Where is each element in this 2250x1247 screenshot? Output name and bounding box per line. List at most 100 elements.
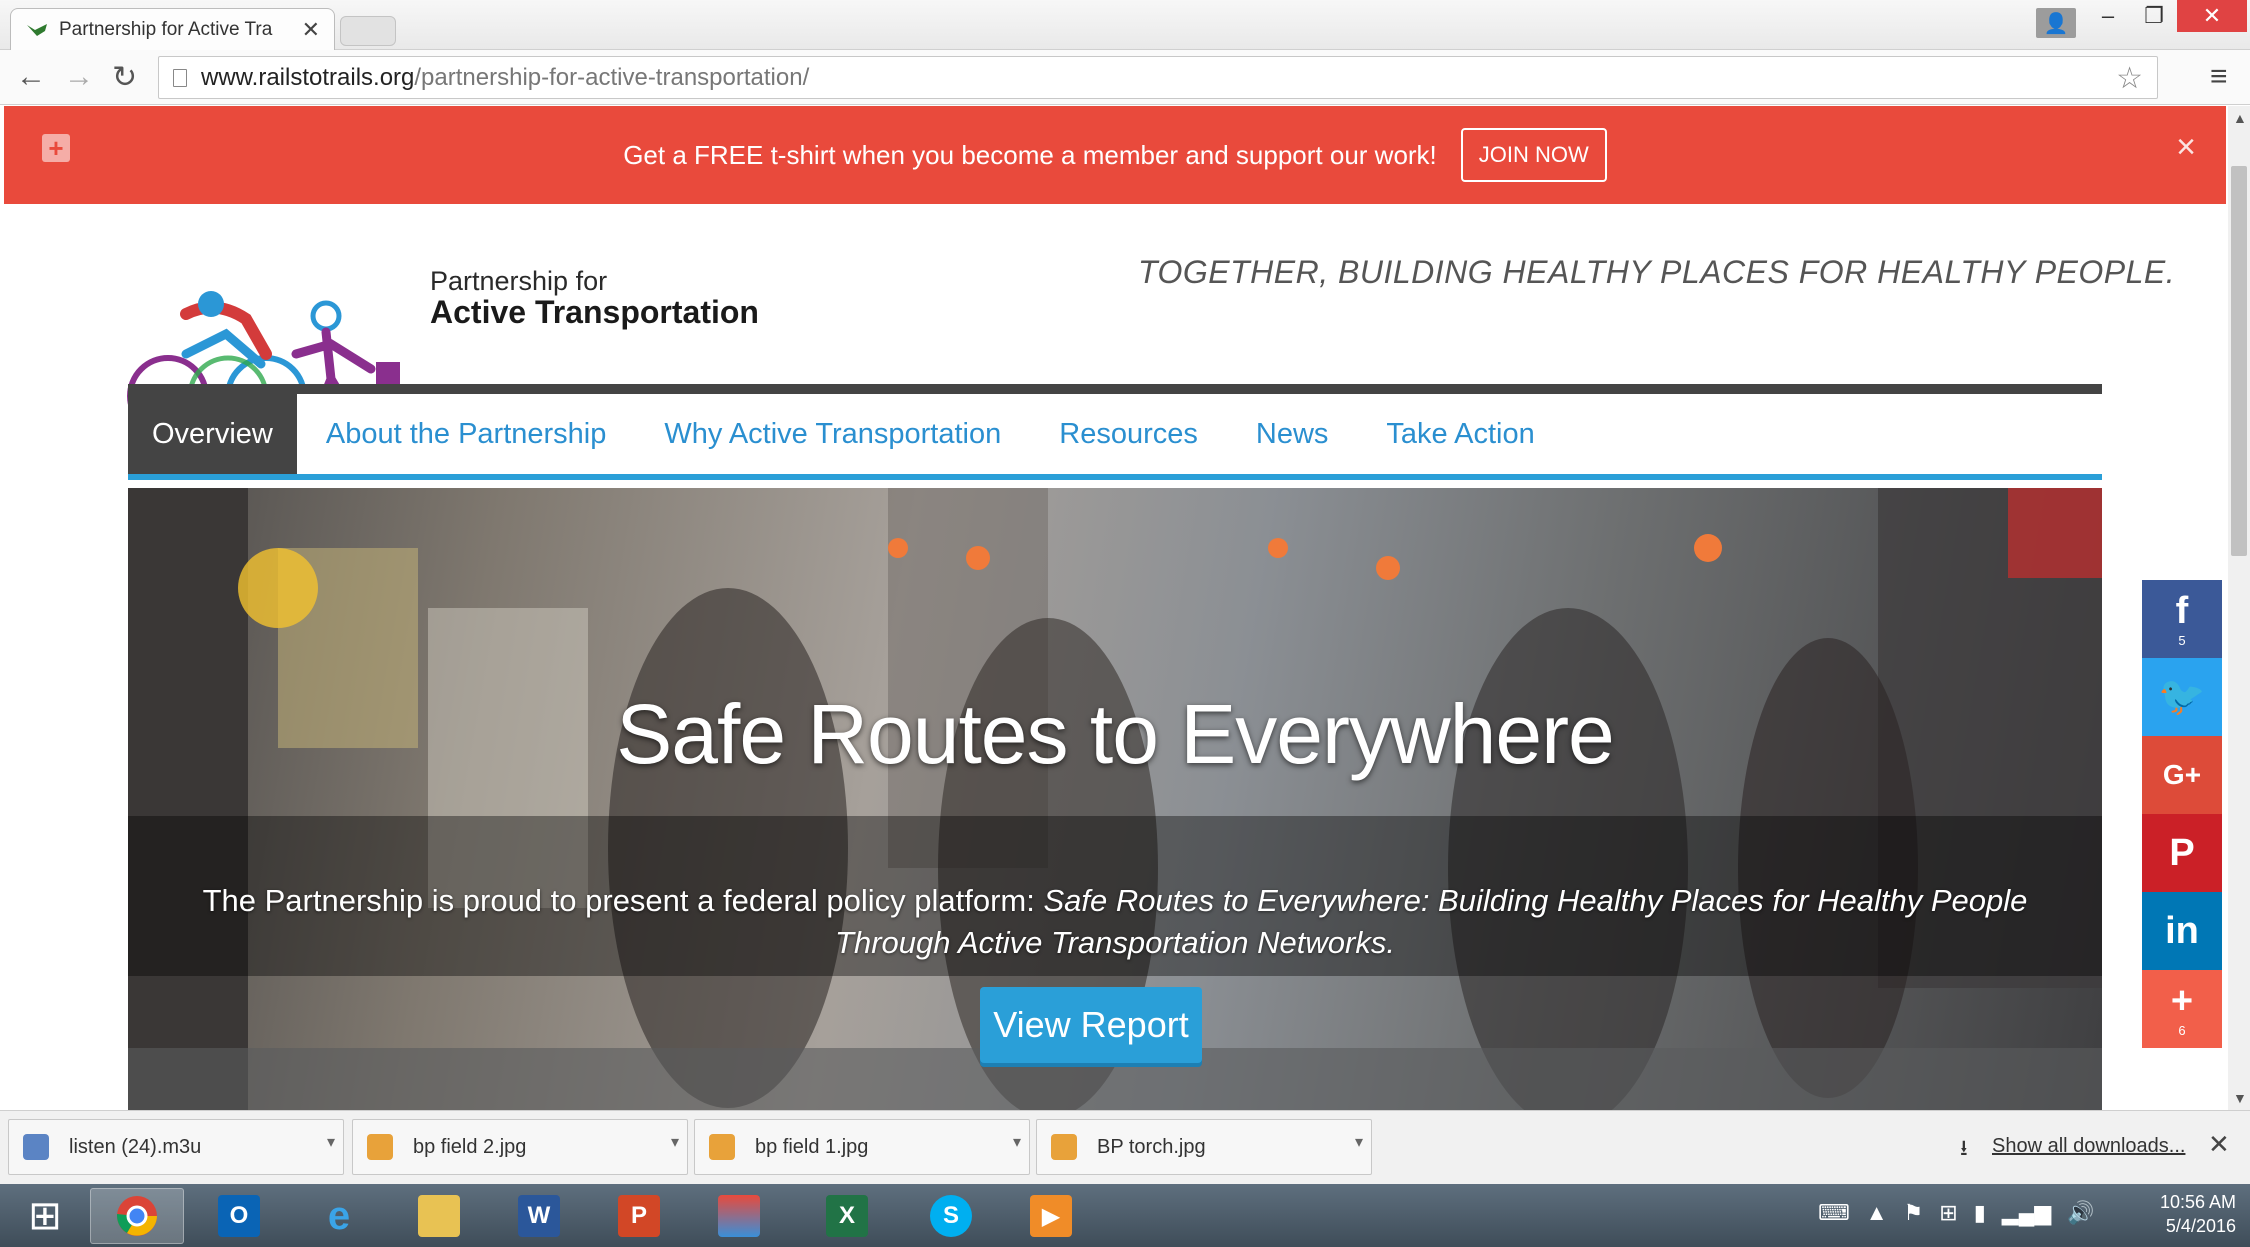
hero-description-plain: The Partnership is proud to present a fe…	[202, 883, 1044, 918]
linkedin-icon: in	[2165, 910, 2199, 952]
play-icon: ▶	[1030, 1195, 1072, 1237]
tray-expand-icon[interactable]: ▲	[1866, 1200, 1888, 1226]
view-report-button[interactable]: View Report	[980, 987, 1202, 1063]
nav-item-resources[interactable]: Resources	[1030, 394, 1227, 474]
battery-icon[interactable]: ▮	[1974, 1200, 1986, 1226]
tab-close-icon[interactable]: ✕	[302, 17, 320, 43]
image-file-icon	[1051, 1134, 1077, 1160]
window-close-button[interactable]: ✕	[2177, 0, 2247, 32]
download-item[interactable]: bp field 2.jpg ▾	[352, 1119, 688, 1175]
page-icon	[173, 68, 187, 87]
download-name: listen (24).m3u	[69, 1135, 202, 1158]
app-taskbar-button[interactable]	[692, 1188, 786, 1244]
excel-icon: X	[826, 1195, 868, 1237]
powerpoint-taskbar-button[interactable]: P	[592, 1188, 686, 1244]
googleplus-share-button[interactable]: G+	[2142, 736, 2222, 814]
hero-description: The Partnership is proud to present a fe…	[168, 880, 2062, 964]
image-file-icon	[709, 1134, 735, 1160]
facebook-share-button[interactable]: f 5	[2142, 580, 2222, 658]
ie-taskbar-button[interactable]: e	[292, 1188, 386, 1244]
twitter-icon: 🐦	[2158, 676, 2206, 718]
skype-icon: S	[930, 1195, 972, 1237]
chevron-down-icon[interactable]: ▾	[1355, 1132, 1363, 1152]
url-host: www.railstotrails.org	[201, 63, 415, 91]
url-path: /partnership-for-active-transportation/	[414, 63, 810, 91]
browser-toolbar: ← → ↻ www.railstotrails.org /partnership…	[0, 50, 2250, 105]
plus-icon: +	[2170, 979, 2194, 1022]
clock-date: 5/4/2016	[2165, 1216, 2236, 1236]
minimize-button[interactable]: –	[2085, 0, 2131, 32]
hero-title: Safe Routes to Everywhere	[616, 687, 1615, 781]
more-share-button[interactable]: + 6	[2142, 970, 2222, 1048]
taskbar-clock[interactable]: 10:56 AM 5/4/2016	[2126, 1190, 2236, 1238]
clock-time: 10:56 AM	[2159, 1192, 2236, 1212]
outlook-taskbar-button[interactable]: O	[192, 1188, 286, 1244]
bookmark-star-icon[interactable]: ☆	[2116, 61, 2143, 96]
image-file-icon	[367, 1134, 393, 1160]
nav-item-overview[interactable]: Overview	[128, 394, 297, 474]
signal-icon[interactable]: ▂▄▆	[2002, 1200, 2051, 1226]
facebook-icon: f	[2175, 589, 2189, 632]
twitter-share-button[interactable]: 🐦	[2142, 658, 2222, 736]
download-item[interactable]: listen (24).m3u ▾	[8, 1119, 344, 1175]
scroll-down-arrow-icon[interactable]: ▼	[2233, 1090, 2247, 1106]
page-scrollbar[interactable]: ▲ ▼	[2228, 106, 2250, 1110]
skype-taskbar-button[interactable]: S	[904, 1188, 998, 1244]
volume-icon[interactable]: 🔊	[2067, 1200, 2094, 1226]
tagline: TOGETHER, BUILDING HEALTHY PLACES FOR HE…	[1138, 254, 2176, 290]
nav-item-about[interactable]: About the Partnership	[297, 394, 636, 474]
download-item[interactable]: bp field 1.jpg ▾	[694, 1119, 1030, 1175]
hamburger-menu-icon[interactable]: ≡	[2210, 60, 2228, 94]
main-nav: Overview About the Partnership Why Activ…	[128, 384, 2102, 480]
expand-plus-icon[interactable]: +	[42, 134, 70, 162]
downloads-close-icon[interactable]: ✕	[2208, 1129, 2230, 1160]
download-name: bp field 2.jpg	[413, 1135, 527, 1158]
media-player-taskbar-button[interactable]: ▶	[1004, 1188, 1098, 1244]
chevron-down-icon[interactable]: ▾	[1013, 1132, 1021, 1152]
tab-title: Partnership for Active Tra	[59, 18, 273, 40]
restore-button[interactable]: ❐	[2131, 0, 2177, 32]
join-now-button[interactable]: JOIN NOW	[1460, 128, 1607, 182]
app-icon	[718, 1195, 760, 1237]
download-item[interactable]: BP torch.jpg ▾	[1036, 1119, 1372, 1175]
page-viewport: + Get a FREE t-shirt when you become a m…	[0, 106, 2228, 1110]
excel-taskbar-button[interactable]: X	[800, 1188, 894, 1244]
nav-item-news[interactable]: News	[1227, 394, 1358, 474]
windows-start-icon[interactable]: ⊞	[10, 1192, 80, 1240]
download-name: bp field 1.jpg	[755, 1135, 869, 1158]
address-bar[interactable]: www.railstotrails.org /partnership-for-a…	[158, 56, 2158, 99]
nav-item-why-active-transportation[interactable]: Why Active Transportation	[635, 394, 1030, 474]
download-arrow-icon: ⭳	[1960, 1135, 1968, 1160]
pinterest-icon: P	[2169, 832, 2195, 874]
browser-tab[interactable]: Partnership for Active Tra ✕	[10, 8, 335, 50]
scroll-thumb[interactable]	[2231, 166, 2247, 556]
downloads-bar: listen (24).m3u ▾ bp field 2.jpg ▾ bp fi…	[0, 1110, 2250, 1184]
promo-close-icon[interactable]: ×	[2176, 128, 2196, 167]
keyboard-icon[interactable]: ⌨	[1818, 1200, 1850, 1226]
powerpoint-icon: P	[618, 1195, 660, 1237]
forward-arrow-icon[interactable]: →	[64, 60, 94, 94]
windows-taskbar: ⊞ O e W P X S ▶ ⌨ ▲ ⚑ ⊞ ▮ ▂▄▆ 🔊 10:56 AM…	[0, 1184, 2250, 1247]
scroll-up-arrow-icon[interactable]: ▲	[2233, 110, 2247, 126]
internet-explorer-icon: e	[327, 1193, 351, 1238]
nav-item-take-action[interactable]: Take Action	[1357, 394, 1563, 474]
chevron-down-icon[interactable]: ▾	[327, 1132, 335, 1152]
facebook-count: 5	[2178, 632, 2186, 648]
chevron-down-icon[interactable]: ▾	[671, 1132, 679, 1152]
explorer-taskbar-button[interactable]	[392, 1188, 486, 1244]
folder-icon	[418, 1195, 460, 1237]
windows-icon[interactable]: ⊞	[1939, 1200, 1957, 1226]
pinterest-share-button[interactable]: P	[2142, 814, 2222, 892]
googleplus-icon: G+	[2162, 759, 2202, 790]
word-taskbar-button[interactable]: W	[492, 1188, 586, 1244]
user-profile-icon[interactable]: 👤	[2036, 8, 2076, 38]
chrome-taskbar-button[interactable]	[90, 1188, 184, 1244]
flag-icon[interactable]: ⚑	[1904, 1200, 1924, 1226]
back-arrow-icon[interactable]: ←	[16, 60, 46, 94]
logo-text-line2: Active Transportation	[430, 294, 759, 330]
new-tab-button[interactable]	[340, 16, 396, 46]
promo-text: Get a FREE t-shirt when you become a mem…	[623, 139, 1437, 170]
reload-icon[interactable]: ↻	[112, 60, 137, 95]
linkedin-share-button[interactable]: in	[2142, 892, 2222, 970]
show-all-downloads-link[interactable]: Show all downloads...	[1992, 1135, 2185, 1158]
